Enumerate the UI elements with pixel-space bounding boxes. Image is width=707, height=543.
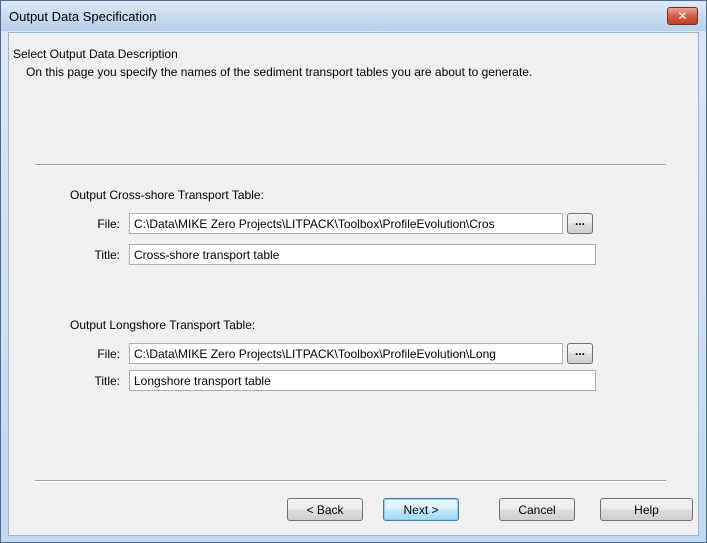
cancel-button[interactable]: Cancel bbox=[499, 498, 575, 521]
bottom-divider bbox=[35, 480, 666, 482]
cross-shore-title-field[interactable]: Cross-shore transport table bbox=[129, 244, 596, 265]
cross-shore-browse-button[interactable]: ... bbox=[567, 213, 593, 234]
cross-shore-file-field[interactable]: C:\Data\MIKE Zero Projects\LITPACK\Toolb… bbox=[129, 213, 563, 234]
longshore-title-label: Title: bbox=[94, 374, 120, 388]
longshore-browse-button[interactable]: ... bbox=[567, 343, 593, 364]
longshore-file-label: File: bbox=[97, 347, 120, 361]
cross-shore-file-label: File: bbox=[97, 217, 120, 231]
close-icon: ✕ bbox=[677, 9, 688, 23]
longshore-section-label: Output Longshore Transport Table: bbox=[70, 318, 256, 332]
cross-shore-section-label: Output Cross-shore Transport Table: bbox=[70, 188, 264, 202]
cross-shore-title-label: Title: bbox=[94, 248, 120, 262]
dialog-window: Output Data Specification ✕ bbox=[0, 0, 707, 543]
title-bar[interactable]: Output Data Specification ✕ bbox=[1, 1, 706, 31]
close-button[interactable]: ✕ bbox=[667, 7, 698, 25]
longshore-file-field[interactable]: C:\Data\MIKE Zero Projects\LITPACK\Toolb… bbox=[129, 343, 563, 364]
top-divider bbox=[35, 164, 666, 166]
help-button[interactable]: Help bbox=[600, 498, 693, 521]
longshore-title-field[interactable]: Longshore transport table bbox=[129, 370, 596, 391]
dialog-body bbox=[8, 32, 699, 536]
page-description: On this page you specify the names of th… bbox=[26, 65, 533, 79]
next-button[interactable]: Next > bbox=[383, 498, 459, 521]
back-button[interactable]: < Back bbox=[287, 498, 363, 521]
window-title: Output Data Specification bbox=[9, 9, 157, 24]
page-heading: Select Output Data Description bbox=[13, 47, 178, 61]
